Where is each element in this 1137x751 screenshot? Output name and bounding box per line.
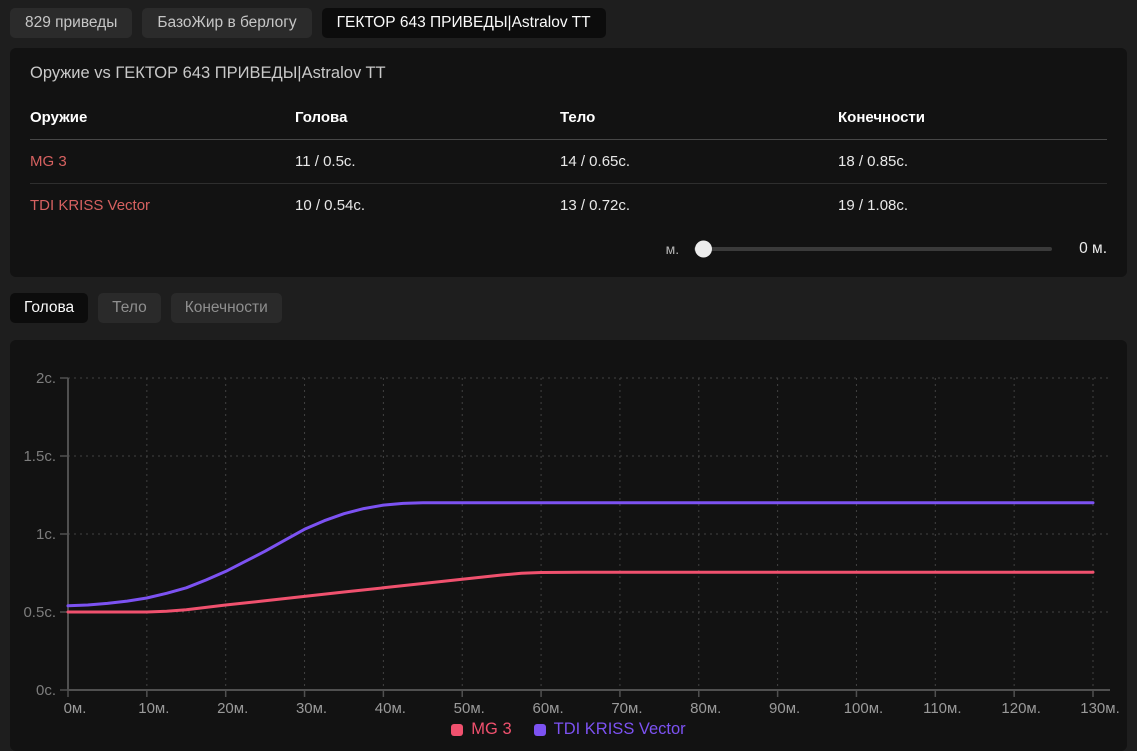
- table-header-weapon: Оружие: [30, 103, 295, 140]
- bodypart-tab-head[interactable]: Голова: [10, 293, 88, 323]
- comparison-panel: Оружие vs ГЕКТОР 643 ПРИВЕДЫ|Astralov TT…: [10, 48, 1127, 277]
- svg-text:60м.: 60м.: [532, 700, 563, 716]
- table-header-body: Тело: [560, 103, 838, 140]
- preset-tab-2[interactable]: БазоЖир в берлогу: [142, 8, 311, 38]
- head-value: 11 / 0.5с.: [295, 140, 560, 184]
- distance-slider[interactable]: [694, 247, 1052, 251]
- head-value: 10 / 0.54с.: [295, 184, 560, 227]
- distance-slider-value: 0 м.: [1079, 240, 1107, 258]
- table-row: TDI KRISS Vector 10 / 0.54с. 13 / 0.72с.…: [30, 184, 1107, 227]
- bodypart-tab-body[interactable]: Тело: [98, 293, 161, 323]
- weapons-table: Оружие Голова Тело Конечности MG 3 11 / …: [30, 103, 1107, 227]
- svg-text:10м.: 10м.: [138, 700, 169, 716]
- limbs-value: 19 / 1.08с.: [838, 184, 1107, 227]
- limbs-value: 18 / 0.85с.: [838, 140, 1107, 184]
- chart-panel: 0с. 0.5с. 1с. 1.5с. 2с. 0м. 10м. 20м. 30м. 40м. 50…: [10, 340, 1127, 751]
- legend-swatch-mg3: [451, 724, 463, 736]
- svg-text:1.5с.: 1.5с.: [23, 448, 56, 465]
- bodypart-tabs: Голова Тело Конечности: [10, 293, 1127, 323]
- table-row: MG 3 11 / 0.5с. 14 / 0.65с. 18 / 0.85с.: [30, 140, 1107, 184]
- weapon-name-link[interactable]: TDI KRISS Vector: [30, 184, 295, 227]
- svg-text:2с.: 2с.: [36, 370, 56, 387]
- distance-slider-thumb[interactable]: [695, 241, 712, 258]
- preset-tab-3[interactable]: ГЕКТОР 643 ПРИВЕДЫ|Astralov TT: [322, 8, 606, 38]
- svg-text:90м.: 90м.: [769, 700, 800, 716]
- svg-text:70м.: 70м.: [611, 700, 642, 716]
- table-header-head: Голова: [295, 103, 560, 140]
- ttk-chart: 0с. 0.5с. 1с. 1.5с. 2с. 0м. 10м. 20м. 30м. 40м. 50…: [10, 348, 1127, 716]
- bodypart-tab-limbs[interactable]: Конечности: [171, 293, 282, 323]
- svg-text:120м.: 120м.: [1001, 700, 1041, 716]
- preset-tab-1[interactable]: 829 приведы: [10, 8, 132, 38]
- distance-slider-label: м.: [666, 241, 680, 257]
- svg-text:1с.: 1с.: [36, 526, 56, 543]
- table-header-row: Оружие Голова Тело Конечности: [30, 103, 1107, 140]
- body-value: 14 / 0.65с.: [560, 140, 838, 184]
- svg-text:0с.: 0с.: [36, 682, 56, 699]
- svg-text:110м.: 110м.: [923, 700, 961, 716]
- table-header-limbs: Конечности: [838, 103, 1107, 140]
- svg-text:130м.: 130м.: [1080, 700, 1120, 716]
- svg-text:80м.: 80м.: [690, 700, 721, 716]
- legend-item-mg3: MG 3: [451, 720, 511, 739]
- svg-text:100м.: 100м.: [844, 700, 884, 716]
- svg-text:40м.: 40м.: [375, 700, 406, 716]
- weapon-name-link[interactable]: MG 3: [30, 140, 295, 184]
- distance-slider-row: м. 0 м.: [30, 235, 1107, 263]
- body-value: 13 / 0.72с.: [560, 184, 838, 227]
- legend-label-kriss: TDI KRISS Vector: [554, 720, 686, 739]
- svg-text:20м.: 20м.: [217, 700, 248, 716]
- legend-label-mg3: MG 3: [471, 720, 511, 739]
- legend-swatch-kriss: [534, 724, 546, 736]
- svg-text:50м.: 50м.: [454, 700, 485, 716]
- legend-item-kriss: TDI KRISS Vector: [534, 720, 686, 739]
- chart-legend: MG 3 TDI KRISS Vector: [10, 720, 1127, 739]
- top-tab-bar: 829 приведы БазоЖир в берлогу ГЕКТОР 643…: [0, 0, 1137, 38]
- svg-text:0м.: 0м.: [64, 700, 87, 716]
- svg-text:30м.: 30м.: [296, 700, 327, 716]
- panel-title: Оружие vs ГЕКТОР 643 ПРИВЕДЫ|Astralov TT: [30, 64, 1107, 83]
- svg-text:0.5с.: 0.5с.: [23, 604, 56, 621]
